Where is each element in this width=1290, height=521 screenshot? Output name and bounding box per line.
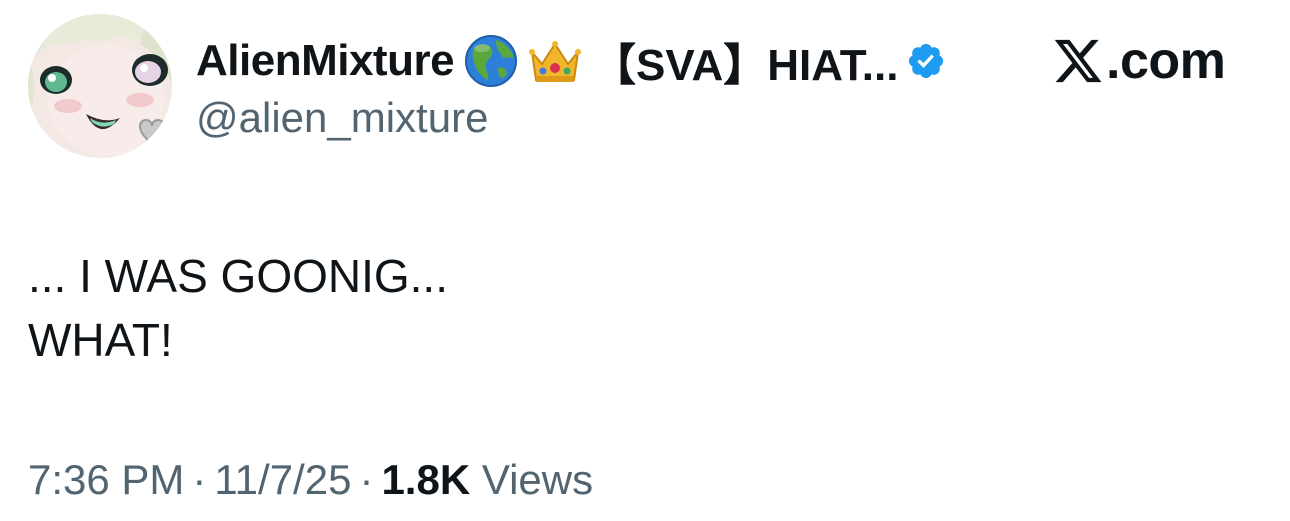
- views-label: Views: [481, 456, 594, 503]
- display-name-suffix[interactable]: 【SVA】HIAT...: [592, 29, 898, 93]
- meta-separator: ·: [359, 456, 374, 503]
- tweet-text-line: ... I WAS GOONIG...: [28, 250, 448, 302]
- author-handle[interactable]: @alien_mixture: [196, 94, 488, 142]
- x-logo-icon: [1052, 35, 1104, 87]
- display-name[interactable]: AlienMixture: [196, 36, 455, 86]
- tweet-time[interactable]: 7:36 PM: [28, 456, 184, 503]
- meta-separator: ·: [192, 456, 207, 503]
- verified-badge-icon: [906, 41, 946, 81]
- tweet-date[interactable]: 11/7/25: [214, 456, 351, 503]
- avatar-image: [28, 14, 172, 158]
- author-header: AlienMixture 【SVA】HIAT...: [196, 30, 946, 92]
- tweet-text-line: WHAT!: [28, 314, 173, 366]
- crown-emoji-icon: [528, 34, 582, 88]
- tweet-card: AlienMixture 【SVA】HIAT... @alien_mixture…: [0, 0, 1290, 521]
- views-count: 1.8K: [381, 456, 471, 503]
- avatar[interactable]: [28, 14, 172, 158]
- x-com-brand: .com: [1052, 30, 1226, 92]
- globe-americas-emoji-icon: [464, 34, 518, 88]
- brand-domain-text: .com: [1106, 32, 1226, 90]
- tweet-text: ... I WAS GOONIG... WHAT!: [28, 244, 448, 372]
- tweet-meta: 7:36 PM · 11/7/25 · 1.8K Views: [28, 456, 593, 504]
